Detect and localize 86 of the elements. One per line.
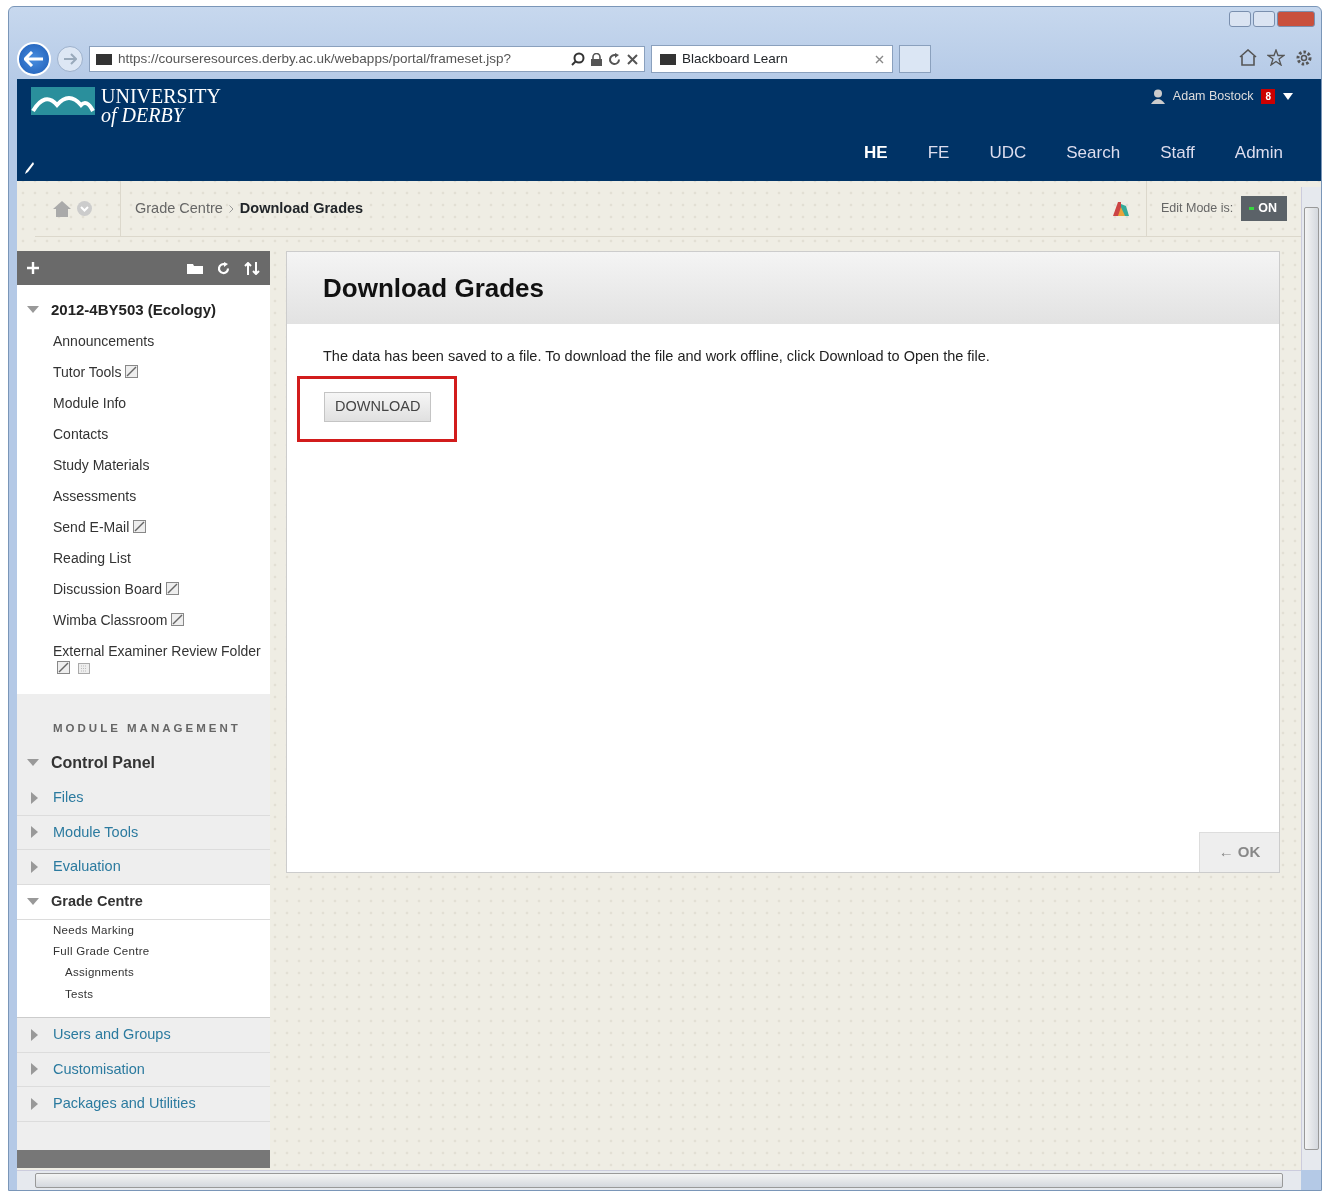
menu-section[interactable]: Packages and Utilities <box>53 1093 196 1115</box>
section-heading: MODULE MANAGEMENT <box>52 720 242 736</box>
forward-arrow-icon <box>63 53 77 65</box>
chevron-icon <box>228 204 234 213</box>
address-bar[interactable]: https://courseresources.derby.ac.uk/webapps/portal/frameset.jsp? <box>89 46 645 72</box>
menu-section[interactable]: Evaluation <box>53 856 121 878</box>
add-icon[interactable] <box>27 262 39 274</box>
menu-item[interactable]: Send E-Mail <box>17 511 270 543</box>
url-text: https://courseresources.derby.ac.uk/webapps/portal/frameset.jsp? <box>118 49 512 68</box>
menu-section[interactable]: Files <box>53 786 84 809</box>
settings-icon[interactable] <box>1295 49 1313 67</box>
collapse-icon[interactable] <box>27 897 39 906</box>
home-icon[interactable] <box>1239 49 1257 66</box>
back-button[interactable] <box>17 42 51 76</box>
collapse-icon[interactable] <box>27 306 39 315</box>
nav-tab[interactable]: FE <box>907 139 970 181</box>
site-icon <box>660 53 676 65</box>
star-icon[interactable] <box>1267 49 1285 66</box>
panel-title[interactable]: Control Panel <box>51 750 155 775</box>
sort-icon[interactable] <box>244 261 260 275</box>
notification-count[interactable]: 8 <box>1261 88 1275 104</box>
submenu-item[interactable]: Tests <box>17 983 270 1005</box>
nav-tab[interactable]: UDC <box>969 139 1047 181</box>
folder-icon[interactable] <box>187 262 203 274</box>
chevron-icon[interactable] <box>77 201 92 216</box>
maximize-button[interactable] <box>1253 11 1275 27</box>
menu-item[interactable]: Reading List <box>17 542 270 574</box>
home-icon[interactable] <box>53 200 71 217</box>
submenu-item[interactable]: Needs Marking <box>17 919 270 941</box>
nav-tab[interactable]: Search <box>1046 139 1141 181</box>
close-icon <box>875 54 884 64</box>
expand-icon[interactable] <box>31 1063 39 1076</box>
forward-button[interactable] <box>57 46 83 72</box>
menu-section[interactable]: Grade Centre <box>51 891 143 913</box>
minimize-button[interactable] <box>1229 11 1251 27</box>
logo-text: UNIVERSITY <box>101 87 221 106</box>
menu-item[interactable]: Contacts <box>17 418 270 450</box>
menu-item[interactable]: Module Info <box>17 387 270 419</box>
refresh-icon <box>608 52 621 66</box>
logo-text: of DERBY <box>101 106 187 125</box>
download-button[interactable]: DOWNLOAD <box>324 391 432 422</box>
expand-icon[interactable] <box>31 791 39 804</box>
expand-icon[interactable] <box>31 1098 39 1111</box>
back-arrow-icon <box>24 51 44 67</box>
expand-icon[interactable] <box>31 861 39 874</box>
palette-icon[interactable] <box>1112 200 1130 217</box>
nav-tab[interactable]: Admin <box>1214 139 1303 181</box>
horizontal-scrollbar[interactable] <box>17 1170 1301 1190</box>
lock-icon <box>591 52 602 66</box>
refresh-icon[interactable] <box>217 261 230 275</box>
menu-item[interactable]: Study Materials <box>17 449 270 481</box>
course-title[interactable]: 2012-4BY503 (Ecology) <box>51 299 217 322</box>
menu-section[interactable]: Users and Groups <box>53 1023 171 1046</box>
edit-mode-toggle[interactable]: ON <box>1241 196 1287 221</box>
nav-tab[interactable]: Staff <box>1140 139 1215 181</box>
user-icon <box>1150 88 1165 104</box>
menu-item[interactable]: Tutor Tools <box>17 356 270 388</box>
menu-item[interactable]: Announcements <box>17 325 270 357</box>
browser-tab[interactable]: Blackboard Learn <box>651 45 893 73</box>
search-icon <box>571 52 585 66</box>
page-title: Download Grades <box>287 252 1279 324</box>
new-tab-button[interactable] <box>899 45 931 73</box>
expand-icon[interactable] <box>31 1028 39 1041</box>
pen-icon[interactable] <box>23 161 35 175</box>
menu-item[interactable]: Wimba Classroom <box>17 604 270 636</box>
vertical-scrollbar[interactable] <box>1301 187 1321 1170</box>
submenu-item[interactable]: Assignments <box>17 962 270 984</box>
breadcrumb-link[interactable]: Grade Centre <box>135 197 223 220</box>
logo-icon <box>31 87 95 115</box>
menu-item[interactable]: Discussion Board <box>17 573 270 605</box>
close-button[interactable] <box>1277 11 1315 27</box>
menu-section[interactable]: Customisation <box>53 1058 145 1081</box>
info-message: The data has been saved to a file. To download the file and work offline, click Download to Open the file. <box>322 347 991 366</box>
stop-icon <box>627 53 638 65</box>
menu-item[interactable]: Assessments <box>17 480 270 512</box>
menu-section[interactable]: Module Tools <box>53 821 139 844</box>
tab-title: Blackboard Learn <box>682 49 789 68</box>
nav-tab[interactable]: HE <box>844 139 908 181</box>
menu-item[interactable]: External Examiner Review Folder <box>17 635 270 684</box>
expand-icon[interactable] <box>31 826 39 839</box>
site-icon <box>96 53 112 65</box>
user-name[interactable]: Adam Bostock <box>1172 87 1254 106</box>
submenu-item[interactable]: Full Grade Centre <box>17 941 270 963</box>
edit-mode-label: Edit Mode is: <box>1161 200 1234 218</box>
collapse-icon[interactable] <box>27 758 39 767</box>
caret-icon[interactable] <box>1283 92 1293 100</box>
